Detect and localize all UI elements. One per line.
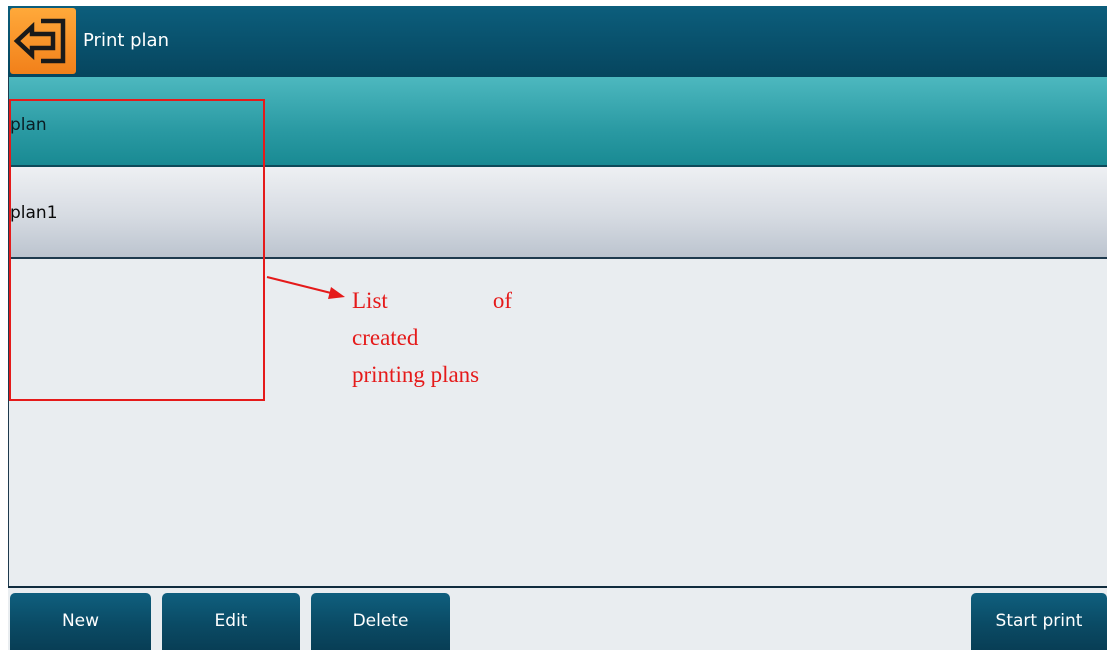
annotation-text: List of created printing plans	[352, 282, 512, 392]
annotation-line-printing-plans: printing plans	[352, 362, 480, 387]
annotation-word-of: of	[492, 288, 512, 313]
list-item[interactable]: plan1	[8, 167, 1107, 259]
exit-arrow-icon	[13, 18, 66, 64]
print-plan-screen: Print plan plan plan1 New Edit Delete St…	[8, 6, 1107, 650]
delete-button[interactable]: Delete	[311, 593, 450, 650]
column-header-plan: plan	[10, 115, 47, 135]
title-bar: Print plan	[8, 6, 1107, 77]
edit-button[interactable]: Edit	[162, 593, 300, 650]
bottom-toolbar: New Edit Delete Start print	[8, 586, 1107, 650]
list-column-header: plan	[8, 77, 1107, 167]
page-title: Print plan	[83, 30, 169, 51]
new-button[interactable]: New	[10, 593, 151, 650]
back-button[interactable]	[10, 8, 76, 74]
start-print-button[interactable]: Start print	[971, 593, 1107, 650]
annotation-word-list: List	[352, 288, 388, 313]
annotation-line-created: created	[352, 325, 419, 350]
annotation-arrow-icon	[266, 276, 345, 299]
list-border	[8, 77, 9, 587]
plan-name: plan1	[10, 203, 58, 223]
